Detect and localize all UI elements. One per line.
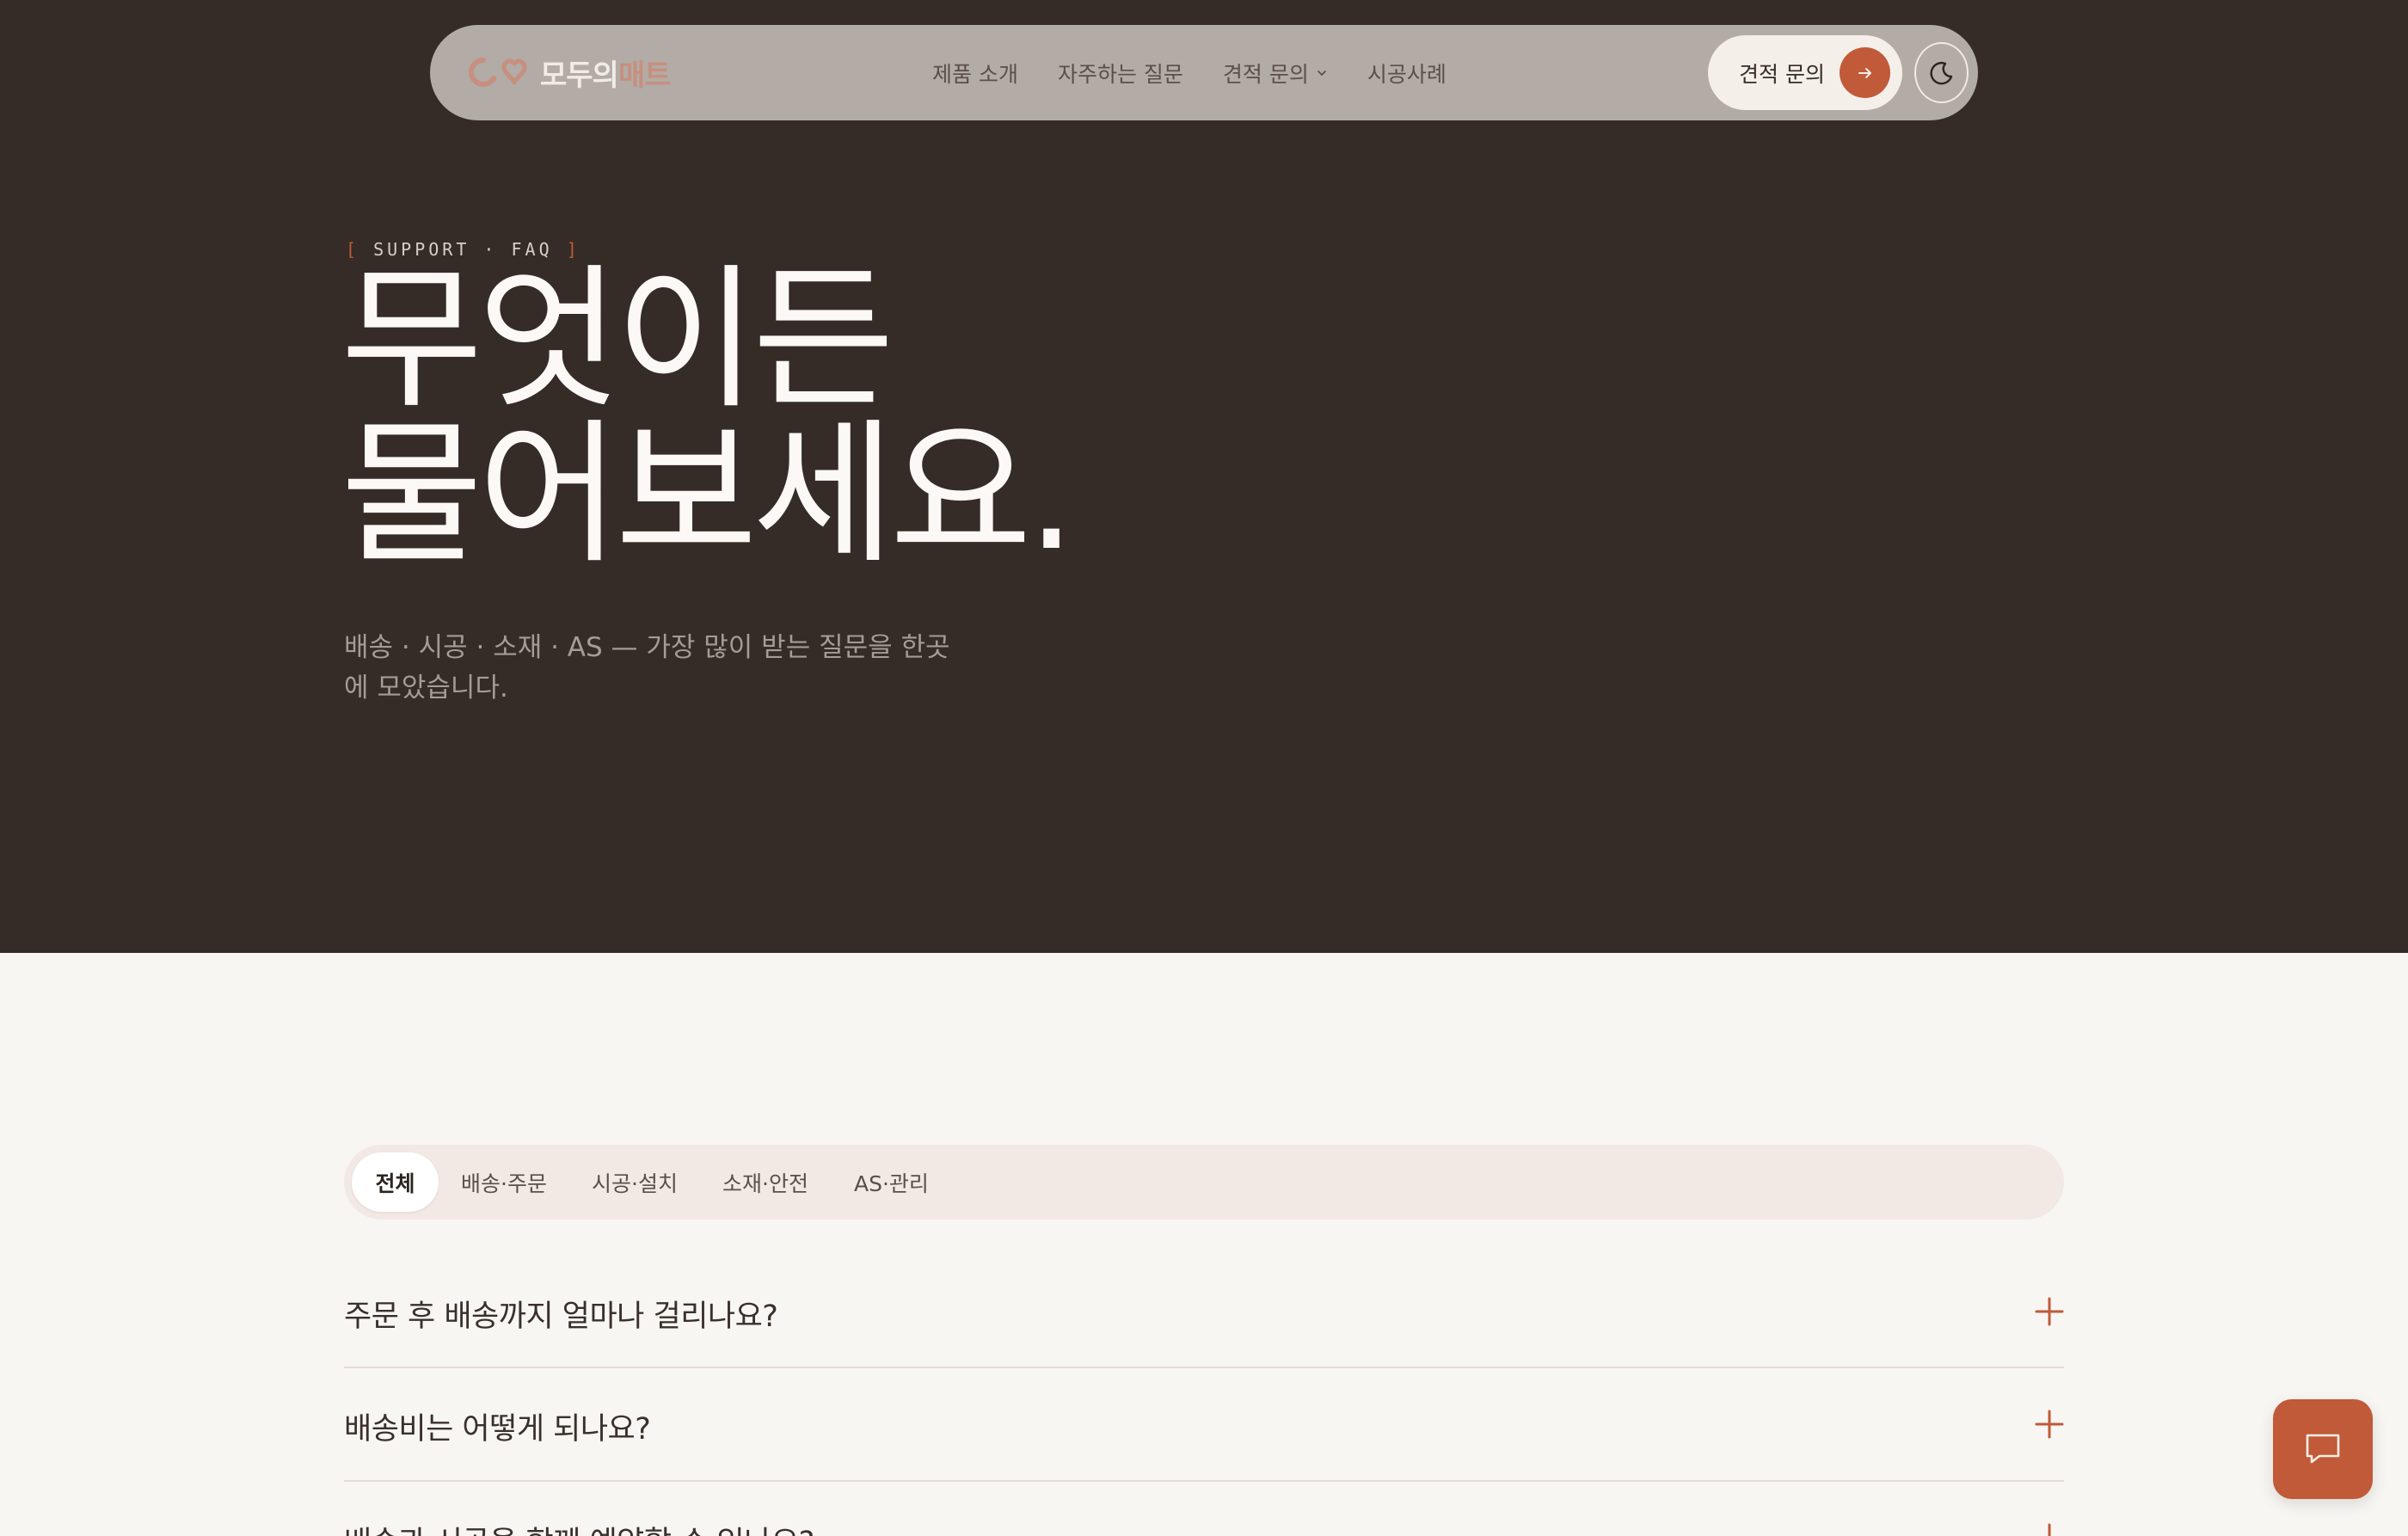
faq-question: 배송과 시공을 함께 예약할 수 있나요? <box>344 1518 814 1536</box>
faq-item[interactable]: 주문 후 배송까지 얼마나 걸리나요? <box>344 1256 2064 1368</box>
nav-links: 제품 소개 자주하는 질문 견적 문의 시공사례 <box>932 25 1447 120</box>
tab-all[interactable]: 전체 <box>352 1152 439 1212</box>
nav-link-faq[interactable]: 자주하는 질문 <box>1058 58 1183 89</box>
hero-title: 무엇이든 물어보세요. <box>341 250 1076 585</box>
chevron-down-icon <box>1317 70 1326 76</box>
quote-cta-button[interactable]: 견적 문의 <box>1708 35 1902 110</box>
faq-question: 배송비는 어떻게 되나요? <box>344 1412 651 1447</box>
faq-category-tabs: 전체 배송·주문 시공·설치 소재·안전 AS·관리 <box>344 1145 2064 1220</box>
hero-title-line2: 물어보세요. <box>341 405 1076 585</box>
top-navbar: 모두의매트 제품 소개 자주하는 질문 견적 문의 시공사례 견적 문의 <box>430 25 1978 120</box>
plus-icon <box>2035 1297 2064 1326</box>
plus-icon <box>2048 1523 2051 1536</box>
faq-item[interactable]: 배송비는 어떻게 되나요? <box>344 1368 2064 1482</box>
tab-delivery-order[interactable]: 배송·주문 <box>461 1145 547 1220</box>
faq-question: 주문 후 배송까지 얼마나 걸리나요? <box>344 1299 778 1334</box>
logo-text-part1: 모두의 <box>540 58 619 93</box>
logo-text: 모두의매트 <box>540 52 672 94</box>
arrow-right-icon <box>1840 47 1890 98</box>
logo-icon <box>469 58 527 88</box>
hero-description: 배송 · 시공 · 소재 · AS — 가장 많이 받는 질문을 한곳에 모았습… <box>344 632 950 703</box>
nav-link-products[interactable]: 제품 소개 <box>932 58 1018 89</box>
hero-title-line1: 무엇이든 <box>341 250 894 430</box>
logo-text-part2: 매트 <box>617 58 672 93</box>
tab-material-safety[interactable]: 소재·안전 <box>722 1145 808 1220</box>
plus-icon <box>2035 1410 2064 1439</box>
logo[interactable]: 모두의매트 <box>466 51 672 94</box>
chat-bubble-icon <box>2306 1434 2340 1464</box>
tab-install[interactable]: 시공·설치 <box>592 1145 678 1220</box>
theme-toggle-button[interactable] <box>1914 42 1969 103</box>
moon-icon <box>1929 61 1952 84</box>
quote-cta-label: 견적 문의 <box>1739 61 1825 87</box>
nav-link-cases[interactable]: 시공사례 <box>1367 58 1447 89</box>
nav-link-quote-dropdown[interactable]: 견적 문의 <box>1223 58 1328 89</box>
chat-button[interactable] <box>2273 1399 2373 1499</box>
tab-as-care[interactable]: AS·관리 <box>854 1145 929 1220</box>
hero-section: 모두의매트 제품 소개 자주하는 질문 견적 문의 시공사례 견적 문의 [ S… <box>0 0 2408 953</box>
nav-link-quote-label: 견적 문의 <box>1222 61 1309 87</box>
faq-item[interactable]: 배송과 시공을 함께 예약할 수 있나요? <box>344 1482 2064 1536</box>
